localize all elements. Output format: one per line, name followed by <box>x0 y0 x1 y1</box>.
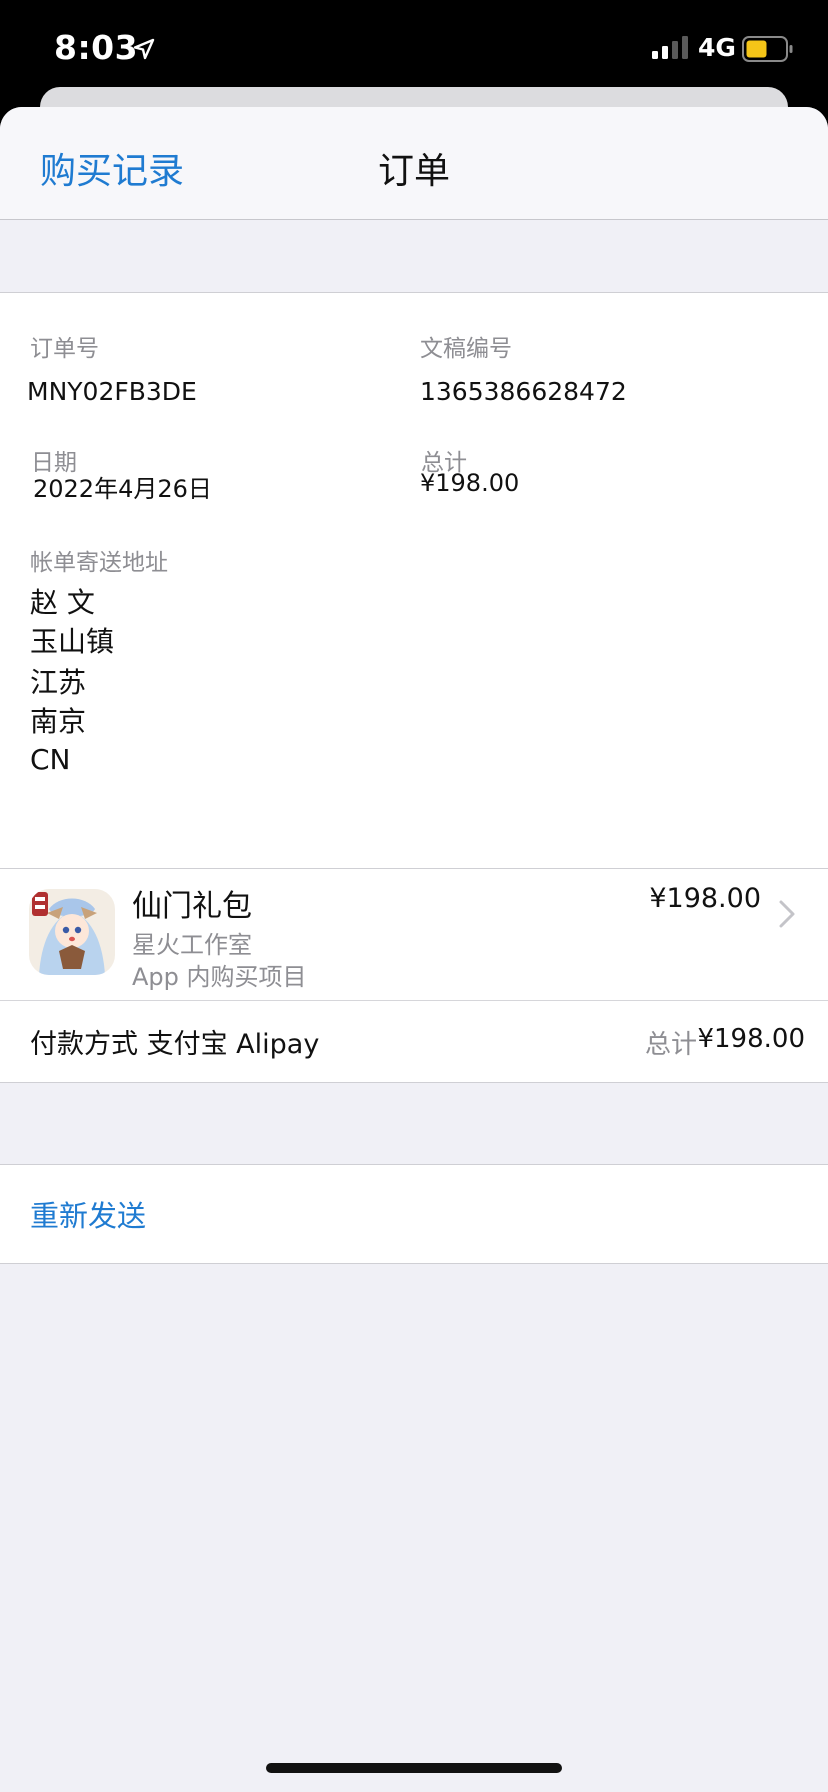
payment-total-label: 总计 <box>645 1030 698 1060</box>
date-value: 2022年4月26日 <box>33 475 212 503</box>
navigation-bar: 购买记录 订单 <box>0 107 828 220</box>
status-bar: 8:03 4G <box>0 0 828 100</box>
order-sheet: 购买记录 订单 订单号 MNY02FB3DE 文稿编号 136538662847… <box>0 107 828 1792</box>
app-icon <box>29 889 115 975</box>
billing-address-province: 江苏 <box>30 666 87 699</box>
billing-address-name: 赵 文 <box>30 586 95 619</box>
page-title: 订单 <box>377 151 450 192</box>
document-number-value: 1365386628472 <box>420 377 627 406</box>
row-divider <box>0 1000 828 1001</box>
battery-icon <box>742 36 793 62</box>
location-arrow-icon <box>133 38 155 60</box>
billing-address-town: 玉山镇 <box>30 625 115 658</box>
resend-button[interactable]: 重新发送 <box>30 1193 146 1235</box>
product-price: ¥198.00 <box>649 883 761 914</box>
resend-section: 重新发送 <box>0 1164 828 1264</box>
order-number-value: MNY02FB3DE <box>27 377 197 406</box>
billing-address-city: 南京 <box>30 705 87 738</box>
status-time: 8:03 <box>54 28 139 67</box>
product-developer: 星火工作室 <box>132 931 252 959</box>
document-number-label: 文稿编号 <box>420 336 512 362</box>
billing-address-label: 帐单寄送地址 <box>30 550 168 576</box>
purchase-item-row[interactable]: 仙门礼包 星火工作室 App 内购买项目 ¥198.00 <box>0 869 828 1000</box>
chevron-right-icon <box>779 900 795 928</box>
payment-total-value: ¥198.00 <box>697 1024 805 1054</box>
signal-strength-icon <box>652 36 688 59</box>
payment-method: 付款方式 支付宝 Alipay <box>30 1029 320 1060</box>
total-value-top: ¥198.00 <box>420 469 520 497</box>
purchase-item-section: 仙门礼包 星火工作室 App 内购买项目 ¥198.00 付款方式 支付宝 Al… <box>0 868 828 1083</box>
home-indicator[interactable] <box>266 1763 562 1773</box>
product-kind: App 内购买项目 <box>132 963 307 991</box>
billing-address-country: CN <box>30 743 71 776</box>
product-name: 仙门礼包 <box>132 889 252 924</box>
network-type: 4G <box>698 33 736 62</box>
order-number-label: 订单号 <box>30 336 99 362</box>
